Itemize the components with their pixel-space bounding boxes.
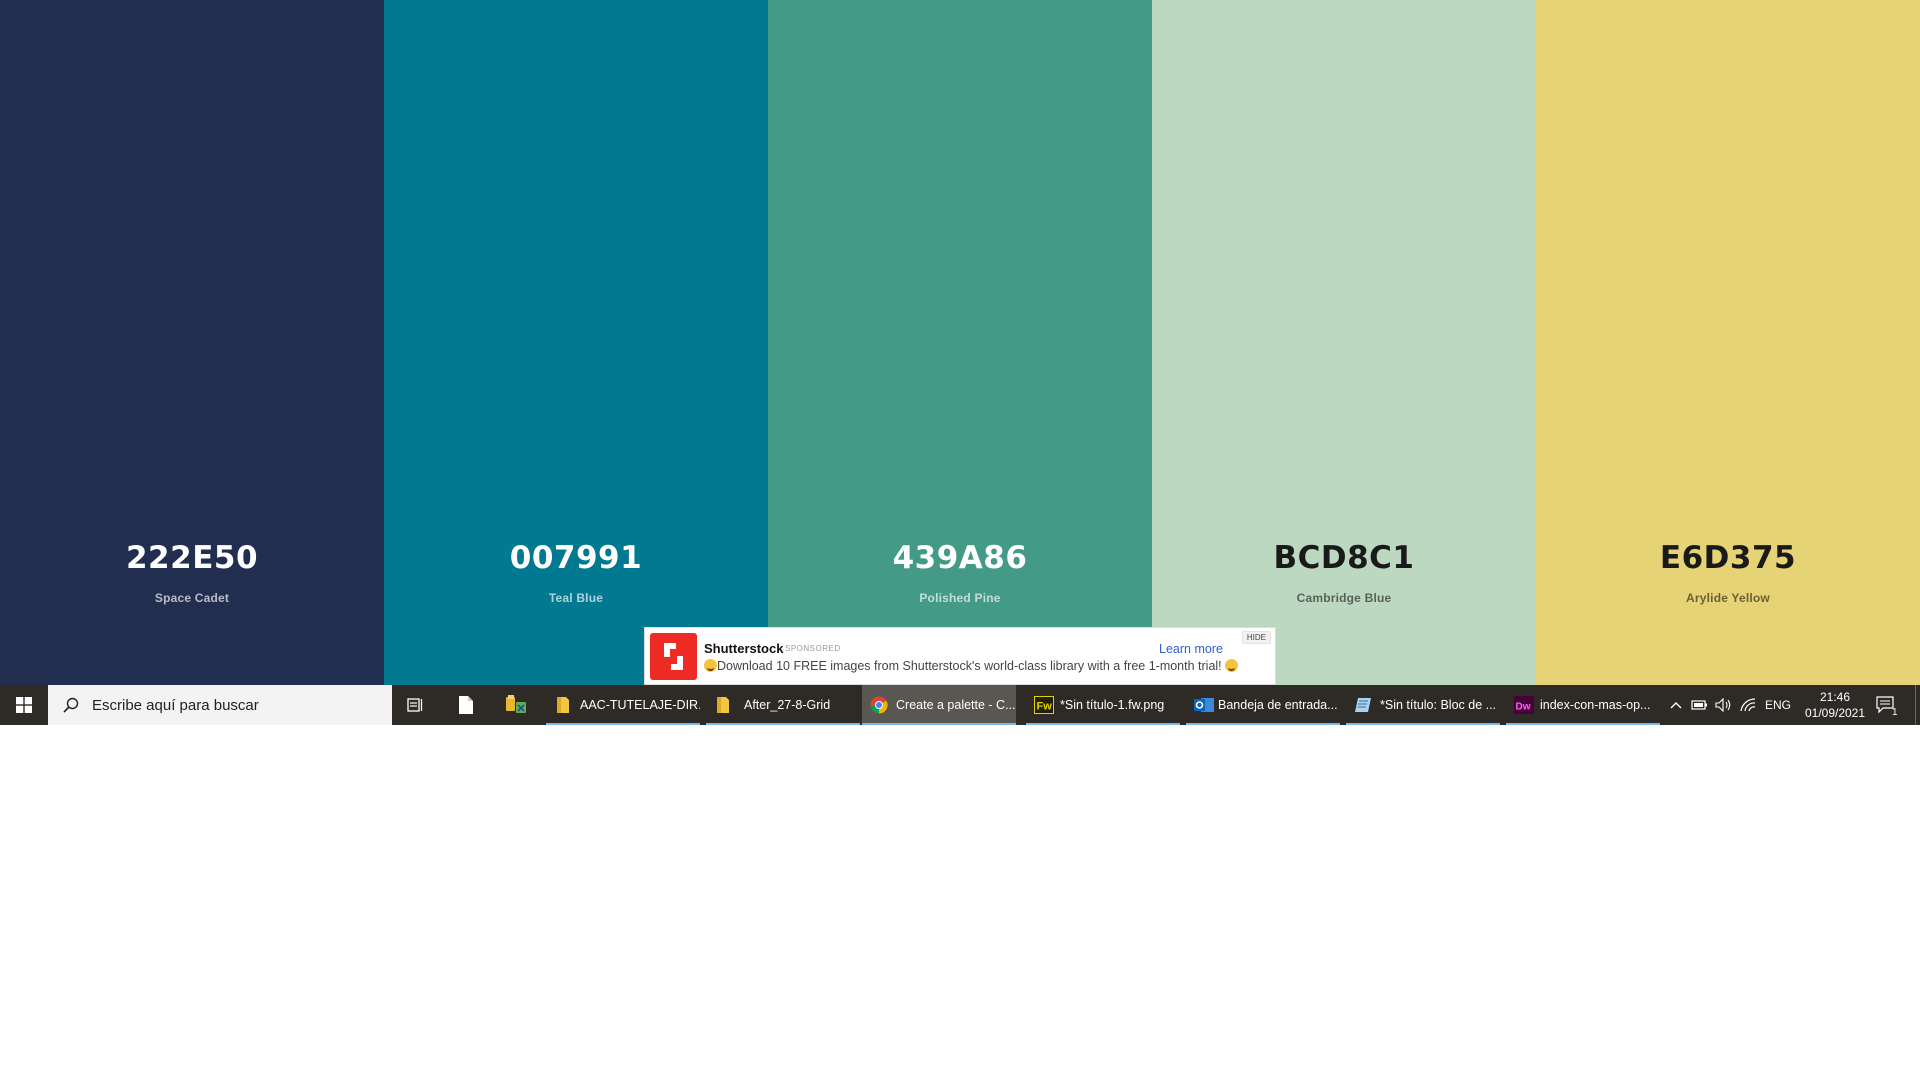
color-swatch-teal-blue[interactable]: 007991 Teal Blue [384, 0, 768, 685]
clock-time: 21:46 [1819, 690, 1851, 704]
color-swatch-arylide-yellow[interactable]: E6D375 Arylide Yellow [1536, 0, 1920, 685]
folder-icon [554, 696, 572, 714]
running-indicator [1186, 723, 1340, 725]
fireworks-icon: Fw [1034, 696, 1054, 714]
app-label: Create a palette - C... [896, 698, 1016, 712]
show-desktop-button[interactable] [1915, 685, 1920, 725]
ad-description-text: Download 10 FREE images from Shutterstoc… [717, 659, 1222, 673]
wifi-icon [1740, 698, 1756, 712]
swatch-hex[interactable]: BCD8C1 [1152, 540, 1536, 576]
network-app-icon [506, 695, 526, 713]
smiling-emoji-icon [704, 659, 717, 672]
taskbar-app-fireworks[interactable]: Fw *Sin título-1.fw.png [1026, 685, 1180, 725]
ad-description: Download 10 FREE images from Shutterstoc… [704, 659, 1239, 673]
task-view-icon [407, 698, 423, 712]
swatch-hex[interactable]: 439A86 [768, 540, 1152, 576]
pinned-document-app[interactable] [442, 685, 490, 725]
windows-logo-icon [16, 697, 32, 713]
taskbar-app-dreamweaver[interactable]: Dw index-con-mas-op... [1506, 685, 1660, 725]
app-label: index-con-mas-op... [1540, 698, 1651, 712]
clock-date: 01/09/2021 [1804, 706, 1866, 720]
notification-count-badge: 1 [1892, 707, 1898, 718]
sponsored-ad-banner[interactable]: Shutterstock SPONSORED Download 10 FREE … [644, 627, 1276, 685]
taskbar-app-after-grid[interactable]: After_27-8-Grid [706, 685, 860, 725]
search-placeholder: Escribe aquí para buscar [92, 696, 259, 714]
app-label: *Sin título: Bloc de ... [1380, 698, 1497, 712]
app-label: After_27-8-Grid [744, 698, 831, 712]
outlook-icon [1194, 696, 1214, 714]
battery-status[interactable] [1688, 685, 1712, 725]
wifi-status[interactable] [1736, 685, 1760, 725]
app-label: Bandeja de entrada... [1218, 698, 1338, 712]
running-indicator [862, 723, 1016, 725]
running-indicator [1026, 723, 1180, 725]
svg-text:Fw: Fw [1037, 701, 1053, 713]
color-swatch-polished-pine[interactable]: 439A86 Polished Pine [768, 0, 1152, 685]
taskbar-app-notepad[interactable]: *Sin título: Bloc de ... [1346, 685, 1500, 725]
taskbar-app-chrome[interactable]: Create a palette - C... [862, 685, 1016, 725]
color-swatch-space-cadet[interactable]: 222E50 Space Cadet [0, 0, 384, 685]
taskbar-search-box[interactable]: Escribe aquí para buscar [48, 685, 392, 725]
shutterstock-logo-icon [650, 633, 697, 680]
running-indicator [1506, 723, 1660, 725]
chevron-up-icon [1670, 702, 1682, 709]
color-swatch-cambridge-blue[interactable]: BCD8C1 Cambridge Blue [1152, 0, 1536, 685]
dreamweaver-icon: Dw [1514, 696, 1534, 714]
swatch-color-name: Teal Blue [548, 591, 604, 605]
running-indicator [546, 723, 700, 725]
swatch-hex[interactable]: 007991 [384, 540, 768, 576]
svg-text:Dw: Dw [1516, 702, 1531, 713]
swatch-color-name: Cambridge Blue [1296, 591, 1392, 605]
taskbar-app-aac-tutelaje[interactable]: AAC-TUTELAJE-DIR... [546, 685, 700, 725]
volume-control[interactable] [1712, 685, 1736, 725]
color-palette: 222E50 Space Cadet 007991 Teal Blue 439A… [0, 0, 1920, 685]
ad-sponsored-label: SPONSORED [785, 644, 841, 653]
hands-emoji-icon [1225, 659, 1239, 672]
learn-more-link[interactable]: Learn more [1159, 642, 1223, 656]
speaker-icon [1715, 698, 1731, 712]
folder-icon [714, 696, 732, 714]
battery-icon [1691, 700, 1707, 710]
swatch-hex[interactable]: E6D375 [1536, 540, 1920, 576]
chrome-icon [870, 696, 888, 714]
app-label: *Sin título-1.fw.png [1060, 698, 1165, 712]
notepad-icon [1354, 696, 1372, 714]
hide-ad-button[interactable]: HIDE [1241, 631, 1271, 644]
show-hidden-icons-button[interactable] [1664, 685, 1688, 725]
start-button[interactable] [0, 685, 48, 725]
pinned-network-app[interactable] [492, 685, 540, 725]
action-center-button[interactable]: 1 [1864, 685, 1908, 725]
desktop-screen: 222E50 Space Cadet 007991 Teal Blue 439A… [0, 0, 1920, 725]
running-indicator [1346, 723, 1500, 725]
taskbar-app-outlook[interactable]: Bandeja de entrada... [1186, 685, 1340, 725]
app-label: AAC-TUTELAJE-DIR... [580, 698, 700, 712]
swatch-color-name: Polished Pine [919, 591, 1001, 605]
running-indicator [706, 723, 860, 725]
ad-title: Shutterstock [704, 641, 784, 656]
task-view-button[interactable] [392, 685, 440, 725]
swatch-hex[interactable]: 222E50 [0, 540, 384, 576]
document-icon [459, 696, 473, 714]
swatch-color-name: Arylide Yellow [1686, 591, 1770, 605]
windows-taskbar: Escribe aquí para buscar AAC-TUTELAJE-DI… [0, 685, 1920, 725]
swatch-color-name: Space Cadet [154, 591, 230, 605]
search-icon [63, 697, 79, 713]
